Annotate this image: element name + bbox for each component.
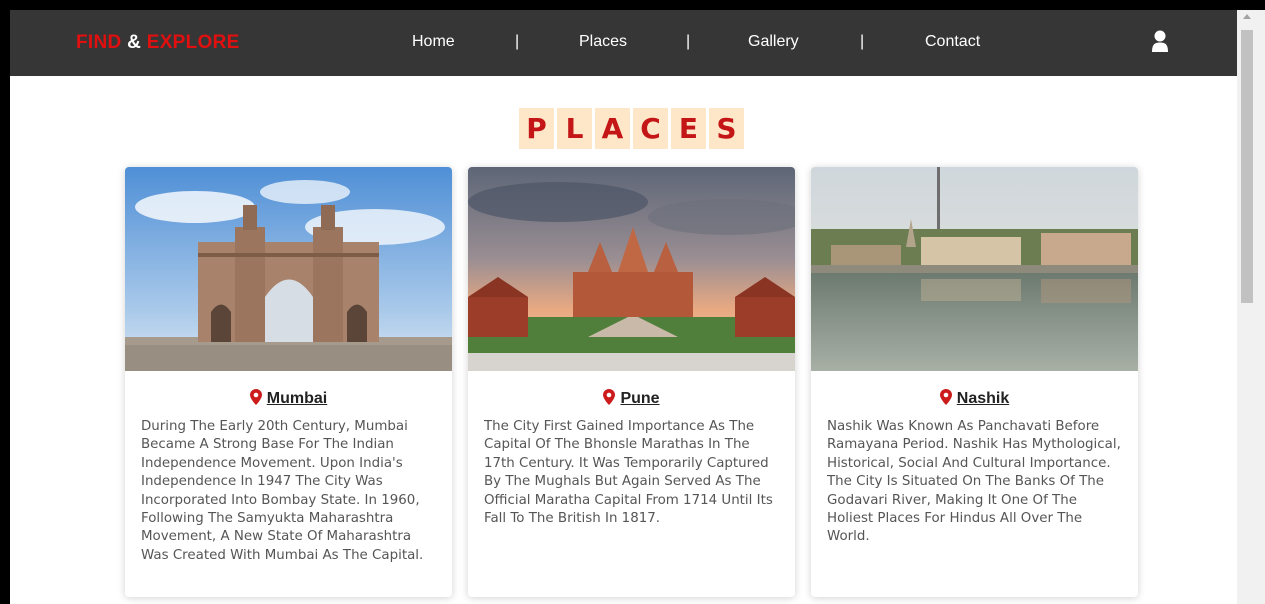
nav-home[interactable]: Home [412,33,455,51]
nav-separator: | [860,33,865,50]
card-description: The City First Gained Importance As The … [484,419,773,527]
card-title-link[interactable]: Nashik [957,390,1009,407]
place-card-pune: Pune The City First Gained Importance As… [468,167,795,597]
card-title-link[interactable]: Pune [620,390,659,407]
title-letter: A [595,108,630,149]
nav-gallery[interactable]: Gallery [748,33,799,51]
gateway-of-india-photo [125,167,452,371]
godavari-river-photo [811,167,1138,371]
title-letter: E [671,108,706,149]
card-title: Pune [468,389,795,408]
page-title: P L A C E S [519,108,744,149]
place-card-mumbai: Mumbai During The Early 20th Century, Mu… [125,167,452,597]
brand-ampersand: & [121,32,147,53]
brand-logo[interactable]: FIND & EXPLORE [76,32,240,54]
place-card-nashik: Nashik Nashik Was Known As Panchavati Be… [811,167,1138,597]
title-letter: P [519,108,554,149]
page: FIND & EXPLORE Home | Places | Gallery |… [10,10,1247,604]
nav-separator: | [686,33,691,50]
scroll-up-arrow-icon[interactable] [1243,14,1251,19]
brand-explore: EXPLORE [146,32,240,53]
location-pin-icon [603,389,616,405]
location-pin-icon [249,389,262,405]
card-title-link[interactable]: Mumbai [267,390,327,407]
card-title: Mumbai [125,389,452,408]
temple-photo [468,167,795,371]
scrollbar-thumb[interactable] [1241,30,1253,303]
location-pin-icon [939,389,952,405]
title-letter: L [557,108,592,149]
nav-places[interactable]: Places [579,33,627,51]
brand-find: FIND [76,32,122,53]
card-description: During The Early 20th Century, Mumbai Be… [141,419,424,563]
navbar: FIND & EXPLORE Home | Places | Gallery |… [10,10,1247,76]
nav-contact[interactable]: Contact [925,33,980,51]
user-icon[interactable] [1151,30,1169,54]
card-title: Nashik [811,389,1138,408]
card-description: Nashik Was Known As Panchavati Before Ra… [827,419,1121,545]
nav-separator: | [515,33,520,50]
title-letter: S [709,108,744,149]
title-letter: C [633,108,668,149]
